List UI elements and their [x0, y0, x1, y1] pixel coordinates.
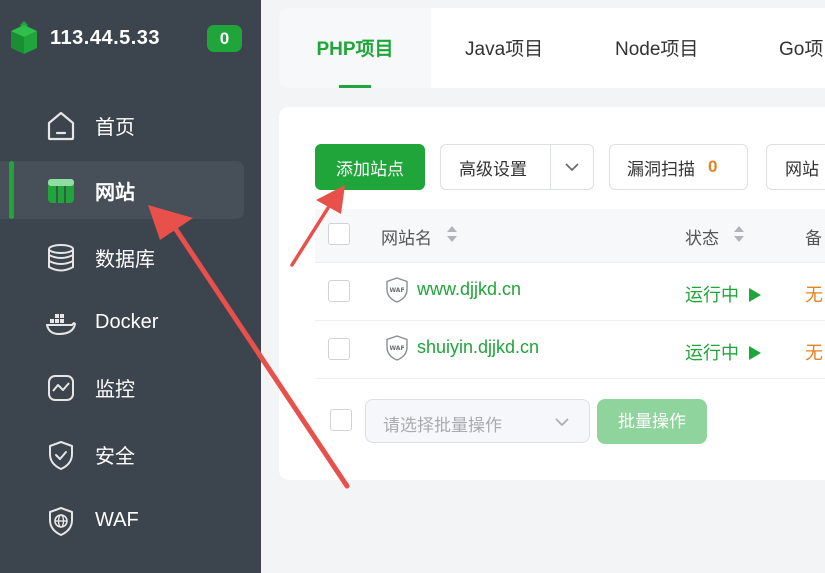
tab-go[interactable]: Go项目: [779, 8, 825, 144]
site-status-label: 运行中: [685, 343, 739, 363]
cube-logo-icon: [11, 21, 37, 54]
sidebar: 113.44.5.33 0 首页 网站 数据库 Docker 监控 安全 WAF: [0, 0, 261, 573]
add-site-button[interactable]: 添加站点: [315, 144, 425, 190]
sort-icon[interactable]: [733, 224, 745, 244]
column-header-backup: 备: [805, 229, 822, 248]
sidebar-item-label: 网站: [95, 181, 135, 204]
chevron-down-icon: [555, 418, 569, 427]
site-name-link[interactable]: shuiyin.djjkd.cn: [417, 337, 539, 358]
site-more-label: 网站: [785, 159, 819, 179]
table-header: 网站名 状态 备: [315, 209, 825, 263]
row-checkbox[interactable]: [328, 280, 350, 302]
play-icon: [749, 346, 762, 360]
sidebar-item-label: 监控: [95, 378, 135, 401]
sidebar-item-database[interactable]: 数据库: [0, 228, 244, 286]
sidebar-item-home[interactable]: 首页: [0, 96, 244, 154]
notification-badge[interactable]: 0: [207, 25, 242, 52]
server-ip: 113.44.5.33: [50, 26, 161, 49]
sidebar-item-security[interactable]: 安全: [0, 425, 244, 483]
column-header-name[interactable]: 网站名: [381, 224, 432, 249]
tab-node[interactable]: Node项目: [615, 8, 698, 88]
row-checkbox[interactable]: [328, 338, 350, 360]
backup-status[interactable]: 无: [805, 281, 823, 307]
sidebar-item-monitor[interactable]: 监控: [0, 358, 244, 416]
batch-operation-button[interactable]: 批量操作: [597, 399, 707, 444]
sidebar-item-label: 数据库: [95, 248, 155, 271]
advanced-settings-label: 高级设置: [459, 159, 527, 179]
tab-java[interactable]: Java项目: [465, 8, 543, 88]
vuln-scan-button[interactable]: 漏洞扫描 0: [609, 144, 748, 190]
site-status[interactable]: 运行中: [685, 339, 762, 365]
sidebar-item-label: 首页: [95, 116, 135, 139]
shield-icon: [49, 441, 73, 470]
batch-operation-select[interactable]: 请选择批量操作: [365, 399, 590, 443]
site-status[interactable]: 运行中: [685, 281, 762, 307]
batch-select-placeholder: 请选择批量操作: [383, 416, 502, 435]
split-divider: [550, 145, 551, 189]
select-all-checkbox[interactable]: [328, 223, 350, 245]
advanced-settings-button[interactable]: 高级设置: [440, 144, 594, 190]
column-header-status[interactable]: 状态: [685, 224, 719, 249]
site-status-label: 运行中: [685, 285, 739, 305]
vuln-scan-label: 漏洞扫描: [627, 159, 695, 179]
database-icon: [48, 244, 74, 272]
website-icon: [48, 179, 74, 203]
sidebar-item-label: Docker: [95, 310, 159, 333]
monitor-icon: [48, 375, 74, 401]
sidebar-item-label: 安全: [95, 445, 135, 468]
sidebar-item-label: WAF: [95, 508, 139, 531]
table-row: WAF shuiyin.djjkd.cn 运行中 无: [315, 321, 825, 379]
sidebar-item-waf[interactable]: WAF: [0, 491, 244, 549]
site-more-button[interactable]: 网站: [766, 144, 825, 190]
waf-globe-icon: [49, 507, 73, 536]
waf-label: WAF: [389, 287, 404, 294]
site-name-link[interactable]: www.djjkd.cn: [417, 279, 521, 300]
sort-icon[interactable]: [446, 224, 458, 244]
docker-icon: [46, 314, 76, 336]
chevron-down-icon[interactable]: [565, 162, 579, 172]
footer-select-all-checkbox[interactable]: [330, 409, 352, 431]
tab-php[interactable]: PHP项目: [279, 8, 431, 88]
table-row: WAF www.djjkd.cn 运行中 无: [315, 263, 825, 321]
brand: 113.44.5.33: [10, 18, 160, 58]
waf-shield-icon[interactable]: WAF: [385, 335, 409, 361]
sidebar-item-website[interactable]: 网站: [0, 161, 244, 219]
project-tabs: PHP项目 Java项目 Node项目 Go项目: [279, 8, 825, 144]
home-icon: [47, 111, 75, 141]
play-icon: [749, 288, 762, 302]
vuln-count: 0: [708, 157, 718, 176]
backup-status[interactable]: 无: [805, 339, 823, 365]
waf-label: WAF: [389, 345, 404, 352]
sidebar-item-docker[interactable]: Docker: [0, 293, 244, 351]
waf-shield-icon[interactable]: WAF: [385, 277, 409, 303]
